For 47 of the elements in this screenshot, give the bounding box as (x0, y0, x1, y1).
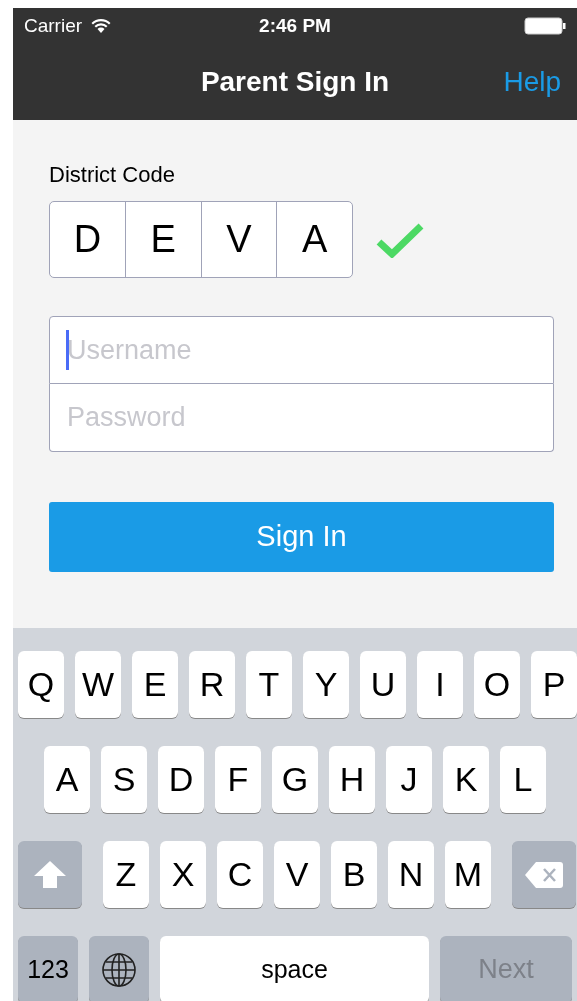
code-character-cell[interactable]: E (124, 202, 201, 277)
key[interactable]: X (160, 841, 206, 908)
key[interactable]: C (217, 841, 263, 908)
code-character-cell[interactable]: D (50, 202, 125, 277)
key[interactable]: Q (18, 651, 64, 718)
key[interactable]: K (443, 746, 489, 813)
key[interactable]: G (272, 746, 318, 813)
key[interactable]: R (189, 651, 235, 718)
globe-icon (101, 951, 137, 988)
key[interactable]: O (474, 651, 520, 718)
field-label: District Code (49, 162, 176, 188)
key[interactable]: N (388, 841, 434, 908)
globe-key[interactable] (89, 936, 149, 1001)
shift-arrow-icon (33, 859, 67, 890)
key[interactable]: F (215, 746, 261, 813)
backspace-icon (524, 860, 564, 889)
key[interactable]: M (445, 841, 491, 908)
help-link[interactable]: Help (503, 61, 561, 103)
space-key[interactable]: space (160, 936, 429, 1001)
key[interactable]: D (158, 746, 204, 813)
delete-key[interactable] (512, 841, 576, 908)
key[interactable]: P (531, 651, 577, 718)
key[interactable]: Y (303, 651, 349, 718)
carrier-label: Carrier (24, 13, 83, 38)
key[interactable]: E (132, 651, 178, 718)
status-time: 2:46 PM (259, 13, 331, 38)
key[interactable]: S (101, 746, 147, 813)
key[interactable]: W (75, 651, 121, 718)
key[interactable]: B (331, 841, 377, 908)
screen-title: Parent Sign In (200, 65, 390, 99)
password-field[interactable]: Password (49, 384, 554, 452)
key[interactable]: L (500, 746, 546, 813)
shift-key[interactable] (18, 841, 82, 908)
numbers-key[interactable]: 123 (18, 936, 78, 1001)
battery-icon (524, 17, 566, 35)
wifi-icon (90, 18, 113, 34)
username-field[interactable]: Username (49, 316, 554, 384)
key[interactable]: H (329, 746, 375, 813)
code-character-cell[interactable]: V (200, 202, 277, 277)
key[interactable]: T (246, 651, 292, 718)
key[interactable]: A (44, 746, 90, 813)
key[interactable]: I (417, 651, 463, 718)
key[interactable]: J (386, 746, 432, 813)
key[interactable]: U (360, 651, 406, 718)
key[interactable]: Z (103, 841, 149, 908)
key[interactable]: V (274, 841, 320, 908)
code-character-cell[interactable]: A (276, 202, 352, 277)
